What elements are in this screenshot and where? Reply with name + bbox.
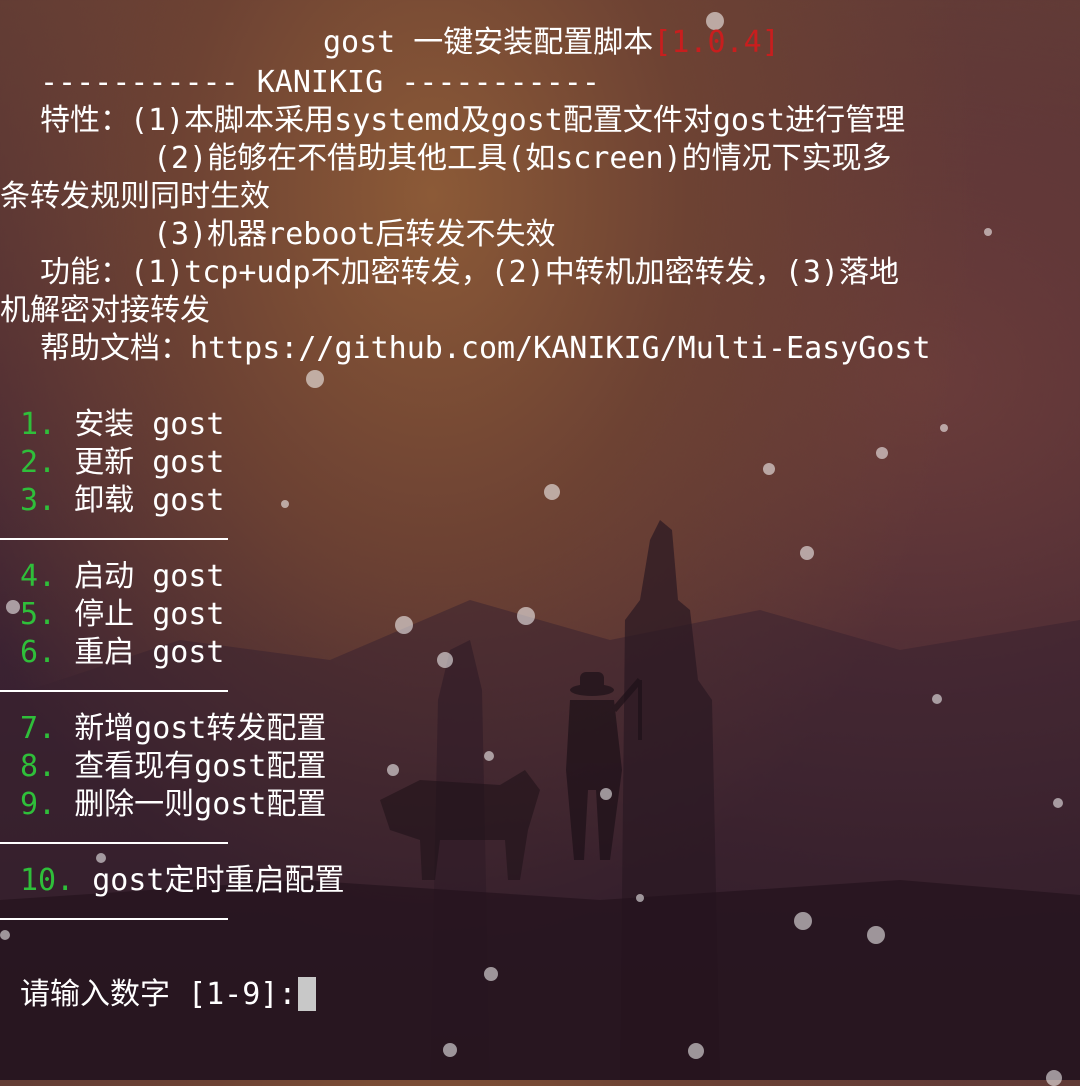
kanikig-separator: ----------- KANIKIG -----------: [40, 65, 600, 100]
menu-item-scheduled-restart[interactable]: 10. gost定时重启配置: [20, 862, 1080, 900]
help-url[interactable]: https://github.com/KANIKIG/Multi-EasyGos…: [190, 331, 931, 366]
features-line-2: (2)能够在不借助其他工具(如screen)的情况下实现多: [153, 140, 1080, 178]
menu-item-delete-config[interactable]: 9. 删除一则gost配置: [20, 786, 1080, 824]
features-line-3: 条转发规则同时生效: [0, 178, 1080, 216]
menu-number: 2.: [20, 445, 57, 480]
menu-item-restart[interactable]: 6. 重启 gost: [20, 634, 1080, 672]
menu-number: 1.: [20, 407, 57, 442]
functions-text-a: (1)tcp+udp不加密转发，(2)中转机加密转发，(3)落地: [130, 255, 899, 290]
menu-label: 卸载 gost: [74, 483, 225, 518]
input-prompt: 请输入数字 [1-9]:: [20, 977, 297, 1012]
menu-divider: [0, 918, 228, 920]
menu-label: 重启 gost: [74, 635, 225, 670]
menu-item-start[interactable]: 4. 启动 gost: [20, 558, 1080, 596]
help-line: 帮助文档：https://github.com/KANIKIG/Multi-Ea…: [40, 330, 1080, 368]
menu-label: 停止 gost: [74, 597, 225, 632]
menu-label: 新增gost转发配置: [74, 711, 327, 746]
menu-number: 4.: [20, 559, 57, 594]
menu-label: gost定时重启配置: [92, 863, 345, 898]
menu-divider: [0, 538, 228, 540]
terminal-screen[interactable]: gost 一键安装配置脚本[1.0.4] ----------- KANIKIG…: [0, 0, 1080, 1080]
features-line-1: 特性：(1)本脚本采用systemd及gost配置文件对gost进行管理: [40, 102, 1080, 140]
features-line-4: (3)机器reboot后转发不失效: [153, 216, 1080, 254]
version-badge: [1.0.4]: [653, 25, 780, 60]
menu-divider: [0, 842, 228, 844]
menu-number: 7.: [20, 711, 57, 746]
menu-item-update[interactable]: 2. 更新 gost: [20, 444, 1080, 482]
menu-item-view-config[interactable]: 8. 查看现有gost配置: [20, 748, 1080, 786]
text-cursor: [298, 977, 317, 1011]
separator-line: ----------- KANIKIG -----------: [40, 64, 1080, 102]
menu-label: 查看现有gost配置: [74, 749, 327, 784]
feature-item-3: (3)机器reboot后转发不失效: [153, 217, 556, 252]
menu-label: 更新 gost: [74, 445, 225, 480]
functions-text-b: 机解密对接转发: [0, 293, 210, 328]
menu-item-add-config[interactable]: 7. 新增gost转发配置: [20, 710, 1080, 748]
functions-line-2: 机解密对接转发: [0, 292, 1080, 330]
functions-line-1: 功能：(1)tcp+udp不加密转发，(2)中转机加密转发，(3)落地: [40, 254, 1080, 292]
input-prompt-line[interactable]: 请输入数字 [1-9]:: [20, 976, 1080, 1014]
menu-number: 5.: [20, 597, 57, 632]
menu-number: 3.: [20, 483, 57, 518]
menu-number: 8.: [20, 749, 57, 784]
menu-number: 6.: [20, 635, 57, 670]
feature-item-2a: (2)能够在不借助其他工具(如screen)的情况下实现多: [153, 141, 892, 176]
menu-item-stop[interactable]: 5. 停止 gost: [20, 596, 1080, 634]
menu-number: 9.: [20, 787, 57, 822]
feature-item-1: (1)本脚本采用systemd及gost配置文件对gost进行管理: [130, 103, 906, 138]
help-label: 帮助文档：: [40, 331, 190, 366]
features-label: 特性：: [40, 103, 130, 138]
feature-item-2b: 条转发规则同时生效: [0, 179, 270, 214]
menu-label: 安装 gost: [74, 407, 225, 442]
menu-divider: [0, 690, 228, 692]
menu-label: 启动 gost: [74, 559, 225, 594]
title-line: gost 一键安装配置脚本[1.0.4]: [323, 24, 1080, 62]
menu-item-uninstall[interactable]: 3. 卸载 gost: [20, 482, 1080, 520]
menu-number: 10.: [20, 863, 75, 898]
script-title: gost 一键安装配置脚本: [323, 25, 654, 60]
menu-item-install[interactable]: 1. 安装 gost: [20, 406, 1080, 444]
menu-label: 删除一则gost配置: [74, 787, 327, 822]
functions-label: 功能：: [40, 255, 130, 290]
